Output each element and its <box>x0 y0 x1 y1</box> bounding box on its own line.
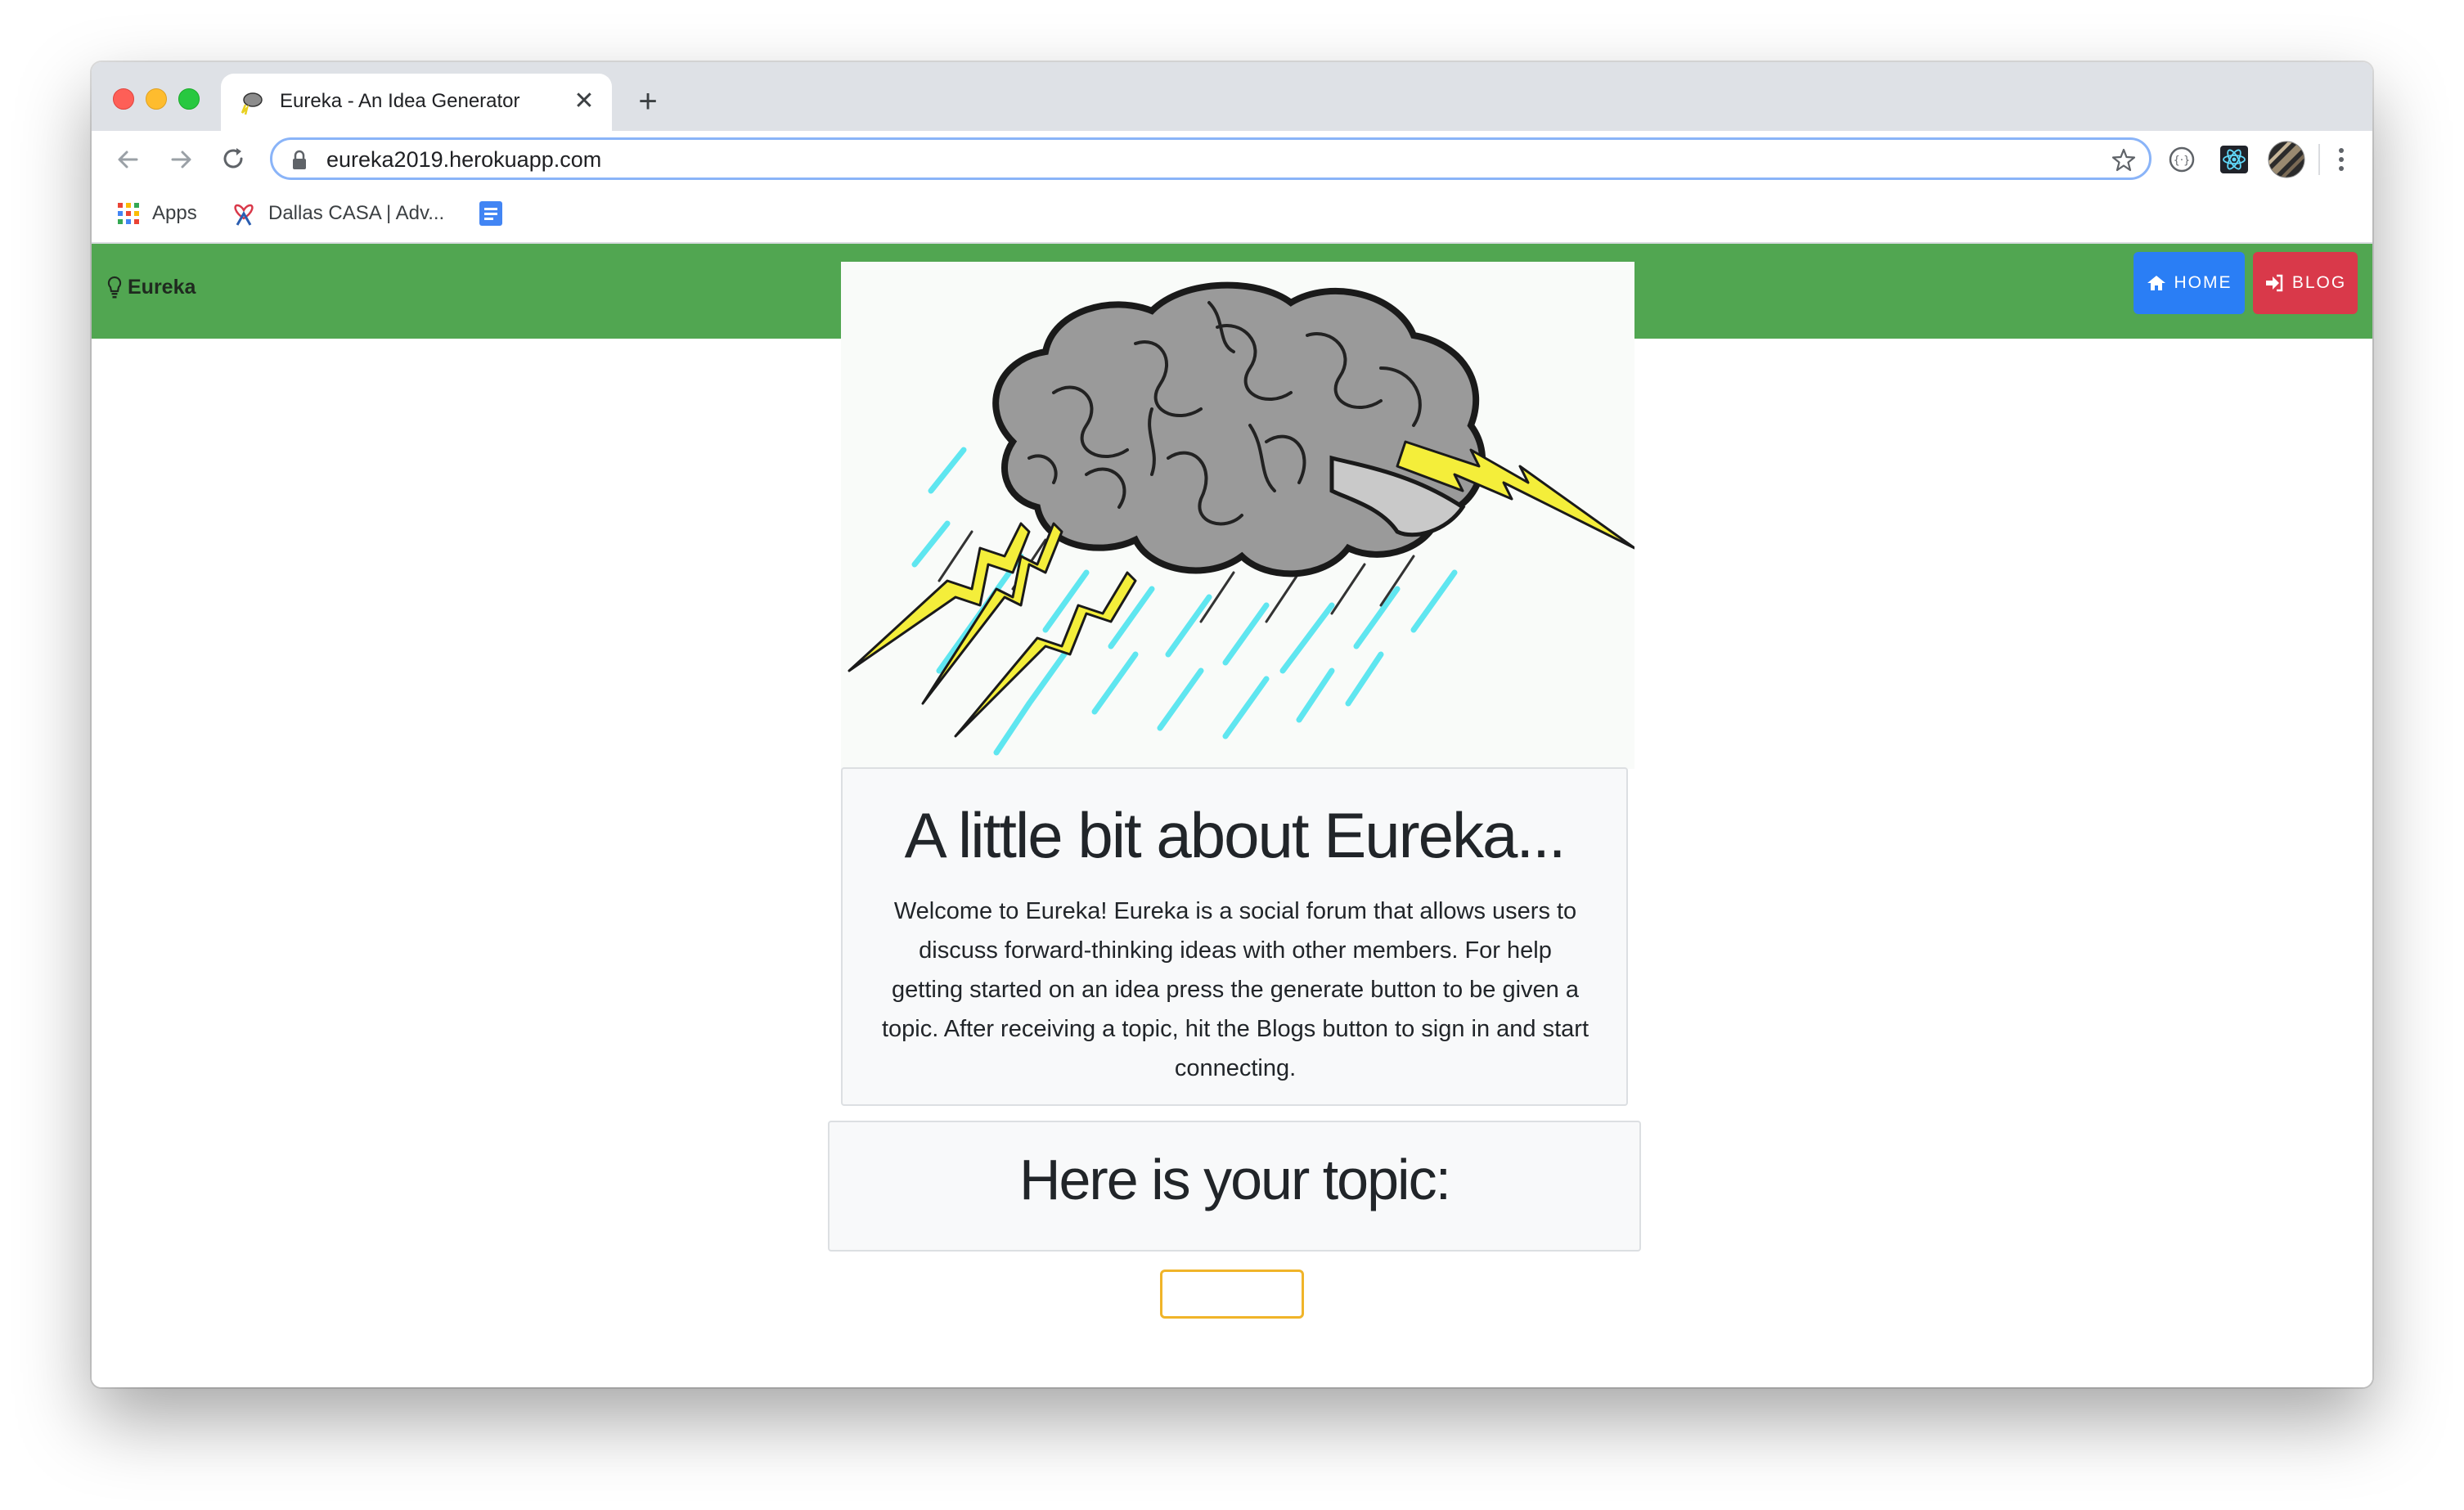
forward-arrow-icon[interactable] <box>162 141 200 178</box>
maximize-window-button[interactable] <box>178 88 200 110</box>
bookmark-label: Apps <box>152 202 197 224</box>
brainstorm-illustration <box>841 262 1634 769</box>
about-text: Welcome to Eureka! Eureka is a social fo… <box>881 898 1589 1081</box>
apps-grid-icon <box>118 203 139 224</box>
casa-icon <box>234 204 254 226</box>
brand-link[interactable]: Eureka <box>106 275 196 299</box>
reload-icon[interactable] <box>214 141 252 178</box>
bookmark-label: Dallas CASA | Adv... <box>268 202 445 224</box>
brand-name: Eureka <box>128 275 196 299</box>
address-bar[interactable]: eureka2019.herokuapp.com <box>270 137 2152 180</box>
minimize-window-button[interactable] <box>146 88 167 110</box>
bookmark-dallas-casa[interactable]: Dallas CASA | Adv... <box>231 200 444 227</box>
blog-button[interactable]: BLOG <box>2253 252 2358 314</box>
tab-title: Eureka - An Idea Generator <box>280 90 520 112</box>
page-viewport: Eureka HOME BLOG A little bit about Eure… <box>92 244 2372 1387</box>
bookmark-google-docs[interactable] <box>478 200 504 227</box>
brain-favicon-icon <box>241 92 263 115</box>
google-docs-icon <box>479 201 502 226</box>
blog-label: BLOG <box>2291 273 2347 292</box>
react-devtools-icon[interactable] <box>2219 144 2250 175</box>
generate-button[interactable] <box>1160 1270 1304 1319</box>
lightbulb-icon <box>107 276 122 299</box>
tab-strip: Eureka - An Idea Generator ✕ + <box>92 62 2372 131</box>
bookmarks-bar: Apps Dallas CASA | Adv... <box>92 188 2372 244</box>
toolbar-divider <box>2318 144 2320 175</box>
sign-in-icon <box>2265 274 2283 292</box>
extension-code-icon[interactable]: {·} <box>2166 144 2197 175</box>
profile-avatar[interactable] <box>2268 141 2305 178</box>
home-button[interactable]: HOME <box>2134 252 2245 314</box>
browser-window: Eureka - An Idea Generator ✕ + eureka201… <box>92 62 2372 1387</box>
close-window-button[interactable] <box>113 88 134 110</box>
bookmark-star-icon[interactable] <box>2110 146 2138 174</box>
home-label: HOME <box>2174 273 2232 292</box>
kebab-menu-icon[interactable] <box>2333 144 2349 175</box>
back-arrow-icon[interactable] <box>110 141 147 178</box>
topic-card: Here is your topic: <box>828 1121 1641 1252</box>
browser-tab[interactable]: Eureka - An Idea Generator ✕ <box>221 74 612 131</box>
bookmark-apps[interactable]: Apps <box>116 200 197 227</box>
tab-close-icon[interactable]: ✕ <box>569 87 599 116</box>
url-text[interactable]: eureka2019.herokuapp.com <box>326 147 601 173</box>
about-card: A little bit about Eureka... Welcome to … <box>841 767 1628 1106</box>
new-tab-button[interactable]: + <box>630 83 666 119</box>
lock-icon <box>293 150 306 169</box>
topic-title: Here is your topic: <box>1018 1148 1451 1211</box>
home-icon <box>2147 276 2165 290</box>
about-title: A little bit about Eureka... <box>904 799 1567 871</box>
svg-text:{·}: {·} <box>2174 155 2191 167</box>
browser-toolbar: eureka2019.herokuapp.com {·} <box>92 131 2372 188</box>
